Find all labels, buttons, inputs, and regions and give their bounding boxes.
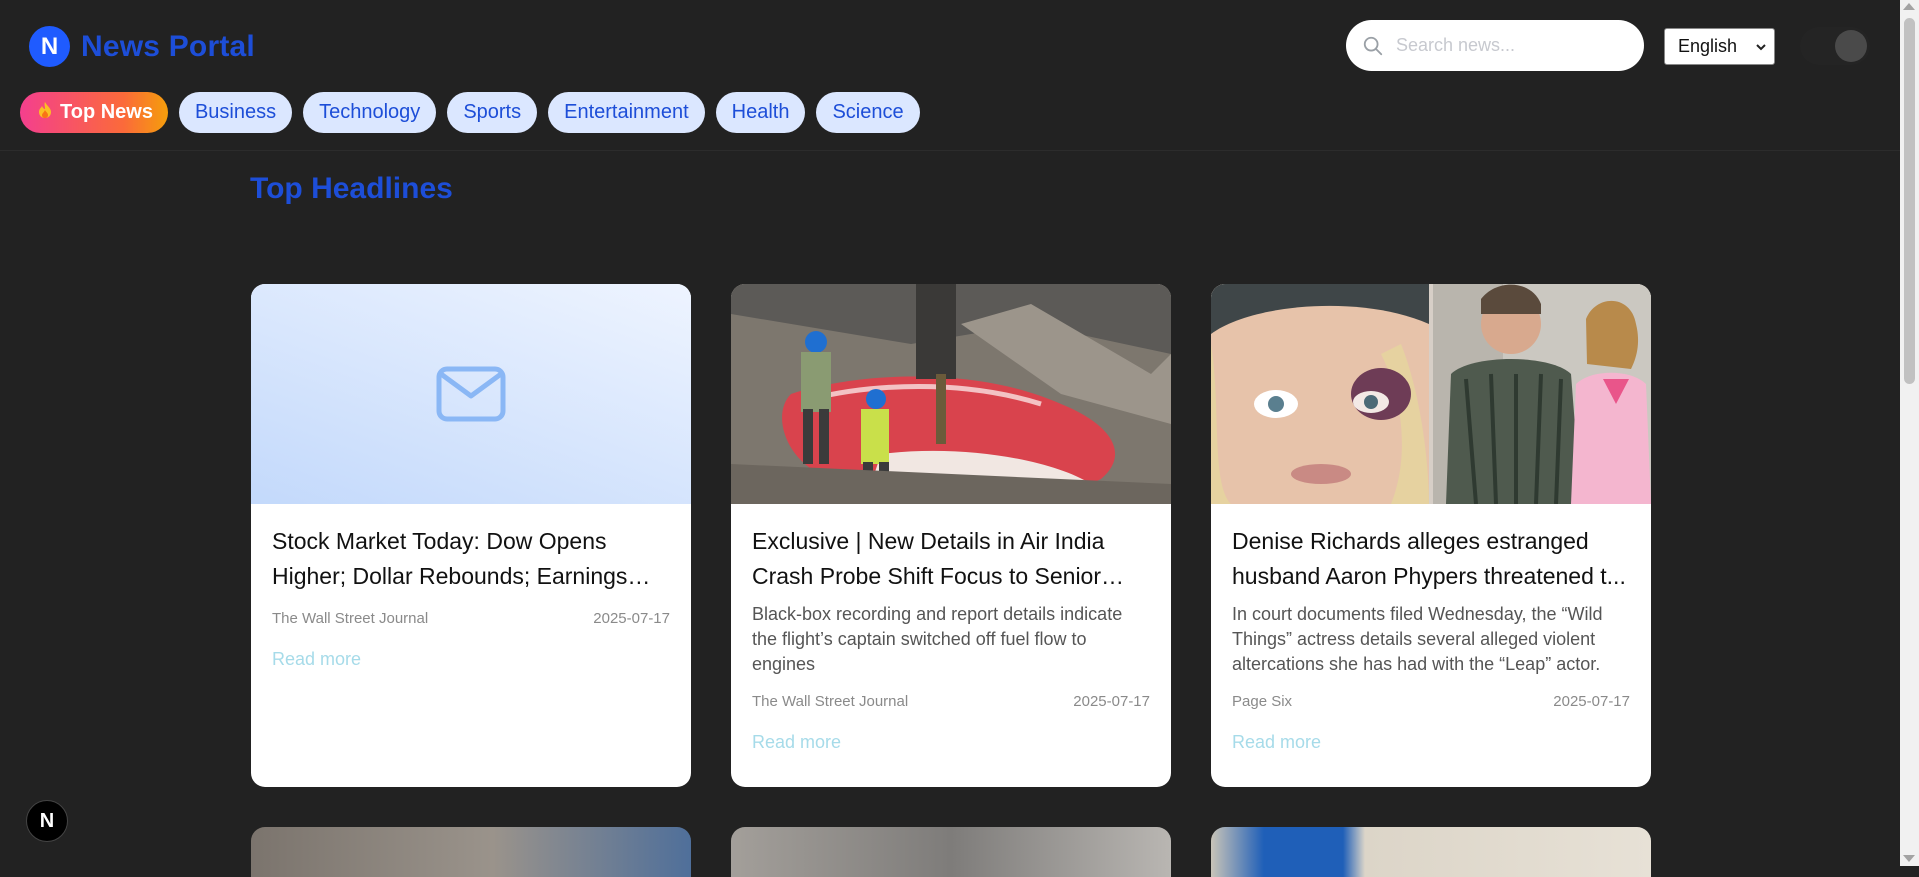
article-source: The Wall Street Journal <box>272 610 429 627</box>
theme-toggle-knob <box>1835 30 1867 62</box>
logo-mark: N <box>29 26 70 67</box>
site-header: N News Portal English Top News Business <box>0 0 1900 151</box>
search-input[interactable] <box>1394 34 1618 57</box>
category-tabs: Top News Business Technology Sports Ente… <box>20 92 931 133</box>
tab-sports[interactable]: Sports <box>447 92 538 133</box>
dev-tools-badge[interactable]: N <box>26 800 68 842</box>
language-select[interactable]: English <box>1664 28 1775 65</box>
page-title: Top Headlines <box>250 172 453 205</box>
article-source: The Wall Street Journal <box>752 693 909 710</box>
fire-icon <box>38 101 52 124</box>
article-image <box>731 284 1171 504</box>
language-value: English <box>1678 36 1738 56</box>
chevron-down-icon <box>1756 43 1766 50</box>
logo[interactable]: N News Portal <box>29 26 255 67</box>
article-date: 2025-07-17 <box>1553 693 1630 710</box>
news-card[interactable]: Exclusive | New Details in Air India Cra… <box>731 284 1171 787</box>
article-title[interactable]: Exclusive | New Details in Air India Cra… <box>752 524 1150 594</box>
news-card-peek[interactable] <box>1211 827 1651 877</box>
plane-wreckage-image <box>731 284 1171 504</box>
tab-label: Top News <box>60 101 153 123</box>
article-date: 2025-07-17 <box>1073 693 1150 710</box>
tab-technology[interactable]: Technology <box>303 92 437 133</box>
mail-icon <box>436 366 506 422</box>
read-more-link[interactable]: Read more <box>1232 732 1321 753</box>
article-image-placeholder <box>251 284 691 504</box>
search-bar[interactable] <box>1346 20 1644 71</box>
article-source: Page Six <box>1232 693 1293 710</box>
article-title[interactable]: Stock Market Today: Dow Opens Higher; Do… <box>272 524 670 594</box>
scroll-up-icon[interactable] <box>1903 3 1915 10</box>
article-image <box>1211 284 1651 504</box>
tab-health[interactable]: Health <box>715 92 806 133</box>
article-date: 2025-07-17 <box>593 610 670 627</box>
read-more-link[interactable]: Read more <box>752 732 841 753</box>
tab-business[interactable]: Business <box>178 92 293 133</box>
article-description: In court documents filed Wednesday, the … <box>1232 604 1603 674</box>
news-card[interactable]: Denise Richards alleges estranged husban… <box>1211 284 1651 787</box>
tab-science[interactable]: Science <box>816 92 920 133</box>
search-icon <box>1363 36 1383 55</box>
read-more-link[interactable]: Read more <box>272 649 361 670</box>
tab-entertainment[interactable]: Entertainment <box>548 92 705 133</box>
news-card-peek[interactable] <box>251 827 691 877</box>
people-image <box>1211 284 1651 504</box>
news-card-peek[interactable] <box>731 827 1171 877</box>
tab-top-news[interactable]: Top News <box>20 92 168 133</box>
site-title: News Portal <box>81 29 255 63</box>
article-description: Black-box recording and report details i… <box>752 604 1123 674</box>
scroll-down-icon[interactable] <box>1903 855 1915 862</box>
news-card[interactable]: Stock Market Today: Dow Opens Higher; Do… <box>251 284 691 787</box>
scrollbar-thumb[interactable] <box>1904 18 1915 384</box>
article-title[interactable]: Denise Richards alleges estranged husban… <box>1232 524 1630 594</box>
